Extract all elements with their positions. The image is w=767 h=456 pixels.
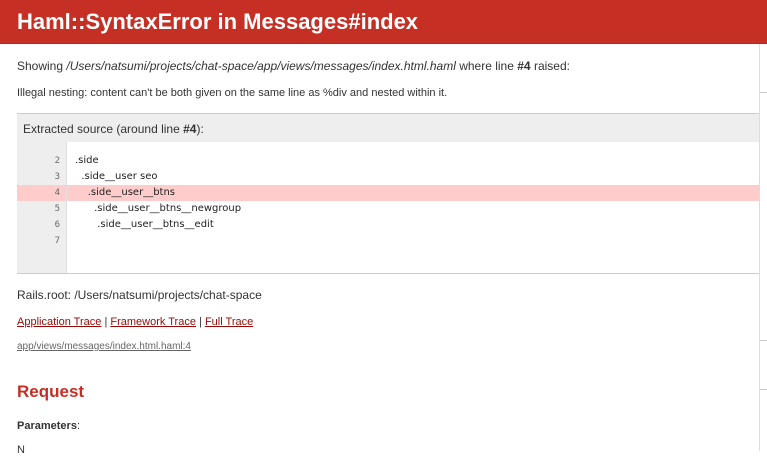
framework-trace-link[interactable]: Framework Trace [110, 316, 196, 328]
parameters-label: Parameters: [17, 420, 80, 432]
strip-divider [760, 389, 767, 390]
code-line: .side__user__btns__edit [75, 219, 214, 230]
cutoff-text: N [17, 444, 25, 456]
code-line: .side [75, 155, 99, 166]
trace-entry-link[interactable]: app/views/messages/index.html.haml:4 [17, 341, 191, 352]
code-line: .side__user__btns__newgroup [75, 203, 242, 214]
page-title: Haml::SyntaxError in Messages#index [17, 8, 419, 34]
template-path: /Users/natsumi/projects/chat-space/app/v… [66, 59, 456, 73]
gutter-line-number: 6 [54, 220, 60, 230]
trace-separator: | [199, 316, 202, 328]
extracted-source: Extracted source (around line #4): 2 3 4… [17, 113, 763, 274]
line-number-gutter: 2 3 4 5 6 7 [17, 142, 67, 273]
error-header: Haml::SyntaxError in Messages#index [0, 0, 767, 44]
application-trace-link[interactable]: Application Trace [17, 316, 101, 328]
trace-separator: | [104, 316, 108, 328]
strip-divider [760, 92, 767, 93]
gutter-line-number: 7 [54, 236, 60, 246]
gutter-line-number: 2 [54, 156, 60, 166]
full-trace-link[interactable]: Full Trace [205, 316, 253, 328]
extracted-source-title: Extracted source (around line #4): [17, 114, 763, 142]
rails-root: Rails.root: /Users/natsumi/projects/chat… [17, 288, 262, 302]
source-body: 2 3 4 5 6 7 .side .side__user seo .side_… [17, 142, 763, 274]
trace-entry: app/views/messages/index.html.haml:4 [17, 341, 741, 352]
line-number: #4 [517, 59, 531, 73]
error-message: Illegal nesting: content can't be both g… [17, 87, 448, 99]
gutter-line-number-highlighted: 4 [17, 185, 66, 201]
strip-divider [760, 340, 767, 341]
trace-links: Application Trace | Framework Trace | Fu… [17, 316, 741, 328]
main-content: Showing /Users/natsumi/projects/chat-spa… [0, 44, 763, 432]
right-scroll-strip [759, 44, 767, 451]
gutter-line-number: 3 [54, 172, 60, 182]
showing-line: Showing /Users/natsumi/projects/chat-spa… [17, 59, 570, 73]
code-line-highlighted: .side__user__btns [67, 185, 763, 201]
gutter-line-number: 5 [54, 204, 60, 214]
request-heading: Request [17, 382, 85, 401]
source-code: .side .side__user seo .side__user__btns … [67, 142, 763, 273]
code-line: .side__user seo [75, 171, 158, 182]
